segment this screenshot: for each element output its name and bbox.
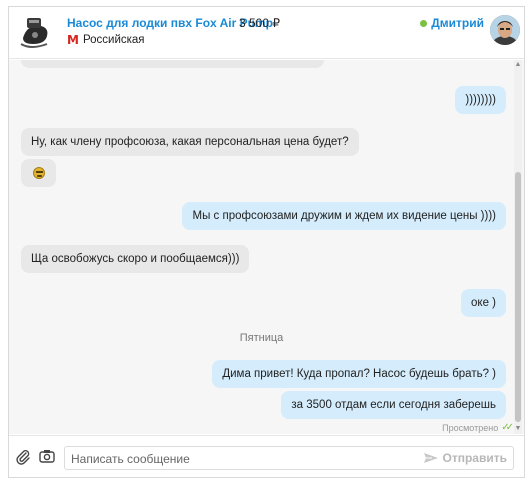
user-name-link[interactable]: Дмитрий: [431, 16, 484, 30]
read-status: Просмотрено ✓✓: [442, 422, 514, 433]
message-input[interactable]: [71, 450, 431, 467]
avatar[interactable]: [490, 15, 520, 45]
send-button-label: Отправить: [442, 451, 507, 465]
chat-header: Насос для лодки пвх Fox Air Pump 3 500 ₽…: [9, 7, 524, 59]
metro-station: М Российская: [67, 33, 145, 47]
online-status-icon: [420, 19, 428, 27]
paperclip-icon[interactable]: [16, 449, 30, 465]
read-status-label: Просмотрено: [442, 422, 499, 433]
user-info: Дмитрий: [420, 16, 484, 30]
scrollbar[interactable]: ▲ ▼: [514, 60, 522, 434]
message-bubble-outgoing: Мы с профсоюзами дружим и ждем их видени…: [182, 202, 506, 230]
message-bubble-incoming: Ну, как члену профсоюза, какая персональ…: [21, 128, 359, 156]
message-bubble-outgoing: )))))))): [455, 86, 506, 114]
scroll-up-arrow-icon[interactable]: ▲: [514, 60, 522, 70]
product-thumbnail[interactable]: [17, 14, 53, 50]
send-button[interactable]: Отправить: [423, 451, 507, 465]
scroll-down-arrow-icon[interactable]: ▼: [514, 424, 522, 434]
message-composer: Отправить: [9, 435, 524, 477]
message-list[interactable]: )))))))) Ну, как члену профсоюза, какая …: [9, 60, 524, 434]
message-bubble-emoji: [21, 159, 56, 187]
send-arrow-icon: [423, 453, 438, 463]
message-bubble-incoming: Ща освобожусь скоро и пообщаемся))): [21, 245, 250, 273]
scrollbar-thumb[interactable]: [515, 172, 521, 422]
chat-window: Насос для лодки пвх Fox Air Pump 3 500 ₽…: [8, 6, 525, 478]
message-input-box[interactable]: Отправить: [64, 446, 514, 470]
smiley-emoji-icon: [32, 167, 45, 179]
metro-icon: М: [67, 33, 79, 47]
message-bubble-outgoing: оке ): [461, 289, 506, 317]
metro-station-name: Российская: [82, 34, 145, 46]
message-bubble-outgoing: за 3500 отдам если сегодня заберешь: [281, 391, 506, 419]
double-check-icon: ✓✓: [501, 422, 514, 433]
day-separator: Пятница: [239, 332, 284, 344]
product-price: 3 500 ₽: [239, 16, 280, 30]
camera-icon[interactable]: [39, 449, 55, 463]
message-bubble-outgoing: Дима привет! Куда пропал? Насос будешь б…: [212, 360, 506, 388]
message-bubble-incoming: [21, 60, 324, 68]
